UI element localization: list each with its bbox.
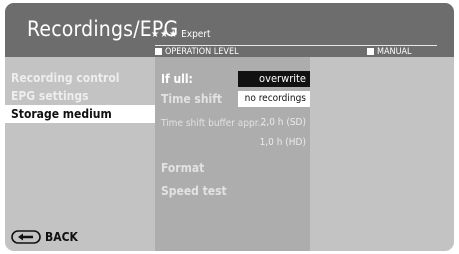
setting-label: If ull: bbox=[161, 72, 193, 86]
setting-value-time-shift[interactable]: no recordings bbox=[238, 91, 310, 107]
setting-time-shift[interactable]: Time shift no recordings bbox=[155, 89, 310, 109]
menu-item-storage-medium[interactable]: Storage medium bbox=[5, 105, 155, 123]
back-arrow-icon bbox=[11, 230, 41, 244]
setting-label: Format bbox=[161, 161, 205, 175]
setting-label: Time shift buffer appr... bbox=[161, 118, 267, 129]
setting-buffer-hd: 1,0 h (HD) bbox=[155, 133, 310, 153]
back-button[interactable]: BACK bbox=[11, 230, 78, 246]
manual-label[interactable]: MANUAL bbox=[367, 47, 412, 57]
level-name: Expert bbox=[181, 29, 211, 40]
operation-level-text: OPERATION LEVEL bbox=[165, 47, 239, 57]
manual-text: MANUAL bbox=[377, 47, 412, 57]
menu-item-epg-settings[interactable]: EPG settings bbox=[5, 87, 155, 105]
square-icon bbox=[367, 48, 374, 55]
buffer-value-hd: 1,0 h (HD) bbox=[259, 137, 306, 148]
setting-format[interactable]: Format bbox=[155, 158, 310, 178]
setting-if-full[interactable]: If ull: overwrite bbox=[155, 69, 310, 89]
header: Recordings/EPG ★★★ Expert OPERATION LEVE… bbox=[5, 3, 454, 57]
back-label: BACK bbox=[45, 230, 78, 244]
header-divider bbox=[155, 45, 437, 46]
tv-menu-screen: Recordings/EPG ★★★ Expert OPERATION LEVE… bbox=[5, 3, 454, 251]
square-icon bbox=[155, 48, 162, 55]
setting-speed-test[interactable]: Speed test bbox=[155, 181, 310, 201]
operation-level-indicator: ★★★ Expert bbox=[151, 29, 211, 40]
setting-value-if-full[interactable]: overwrite bbox=[238, 71, 310, 87]
setting-label: Time shift bbox=[161, 92, 223, 106]
category-menu: Recording control EPG settings Storage m… bbox=[5, 69, 155, 123]
settings-panel: If ull: overwrite Time shift no recordin… bbox=[155, 57, 310, 251]
setting-buffer: Time shift buffer appr... 2,0 h (SD) bbox=[155, 113, 310, 133]
operation-level-label: OPERATION LEVEL bbox=[155, 47, 239, 57]
buffer-value-sd: 2,0 h (SD) bbox=[260, 117, 306, 128]
menu-item-recording-control[interactable]: Recording control bbox=[5, 69, 155, 87]
setting-label: Speed test bbox=[161, 184, 227, 198]
level-stars: ★★★ bbox=[151, 29, 179, 40]
